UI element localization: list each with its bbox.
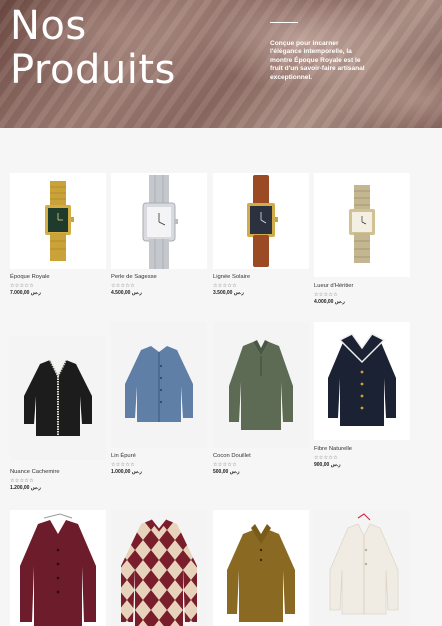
page-title: Nos Produits — [10, 4, 176, 92]
product-name[interactable]: Lueur d'Héritier — [314, 283, 353, 289]
product-image-navy-sailor-cardigan[interactable] — [314, 322, 410, 440]
product-price: 900,00 ر.س — [314, 462, 341, 468]
product-name[interactable]: Lignée Solaire — [213, 274, 250, 280]
product-image-burgundy-cardigan[interactable] — [10, 510, 106, 626]
product-image-green-polo[interactable] — [213, 322, 309, 448]
product-price: 3.500,00 ر.س — [213, 290, 244, 296]
product-price: 4.500,00 ر.س — [111, 290, 142, 296]
rating-stars: ☆☆☆☆☆ — [213, 462, 237, 468]
page-title-line1: Nos — [10, 3, 87, 49]
hero-description: Conçue pour incarner l'élégance intempor… — [270, 40, 365, 81]
product-price: 500,00 ر.س — [213, 469, 240, 475]
product-image-denim-jacket[interactable] — [111, 322, 207, 448]
product-name[interactable]: Époque Royale — [10, 274, 50, 280]
product-name[interactable]: Fibre Naturelle — [314, 446, 352, 452]
product-name[interactable]: Nuance Cachemire — [10, 469, 60, 475]
rating-stars: ☆☆☆☆☆ — [10, 283, 34, 289]
hero-divider — [270, 22, 298, 23]
product-price: 1.000,00 ر.س — [111, 469, 142, 475]
product-name[interactable]: Cocon Douillet — [213, 453, 251, 459]
product-name[interactable]: Lin Épuré — [111, 453, 136, 459]
product-image-watch-gold-green[interactable] — [10, 173, 106, 269]
product-price: 4.000,00 ر.س — [314, 299, 345, 305]
rating-stars: ☆☆☆☆☆ — [314, 455, 338, 461]
page: Nos Produits Conçue pour incarner l'élég… — [0, 0, 442, 626]
hero-banner: Nos Produits Conçue pour incarner l'élég… — [0, 0, 442, 128]
product-price: 1.200,00 ر.س — [10, 485, 41, 491]
product-image-watch-silver[interactable] — [111, 173, 207, 269]
product-name[interactable]: Perle de Sagesse — [111, 274, 157, 280]
page-title-line2: Produits — [10, 47, 176, 93]
rating-stars: ☆☆☆☆☆ — [213, 283, 237, 289]
product-image-mustard-sweater[interactable] — [213, 510, 309, 626]
product-price: 7.000,00 ر.س — [10, 290, 41, 296]
product-image-watch-leather[interactable] — [213, 173, 309, 269]
rating-stars: ☆☆☆☆☆ — [111, 283, 135, 289]
rating-stars: ☆☆☆☆☆ — [314, 292, 338, 298]
product-image-watch-twotone[interactable] — [314, 173, 410, 277]
rating-stars: ☆☆☆☆☆ — [10, 478, 34, 484]
product-image-black-cardigan[interactable] — [10, 336, 106, 460]
product-image-argyle-sweater[interactable] — [111, 510, 207, 626]
rating-stars: ☆☆☆☆☆ — [111, 462, 135, 468]
product-image-cream-cardigan[interactable] — [314, 510, 410, 626]
